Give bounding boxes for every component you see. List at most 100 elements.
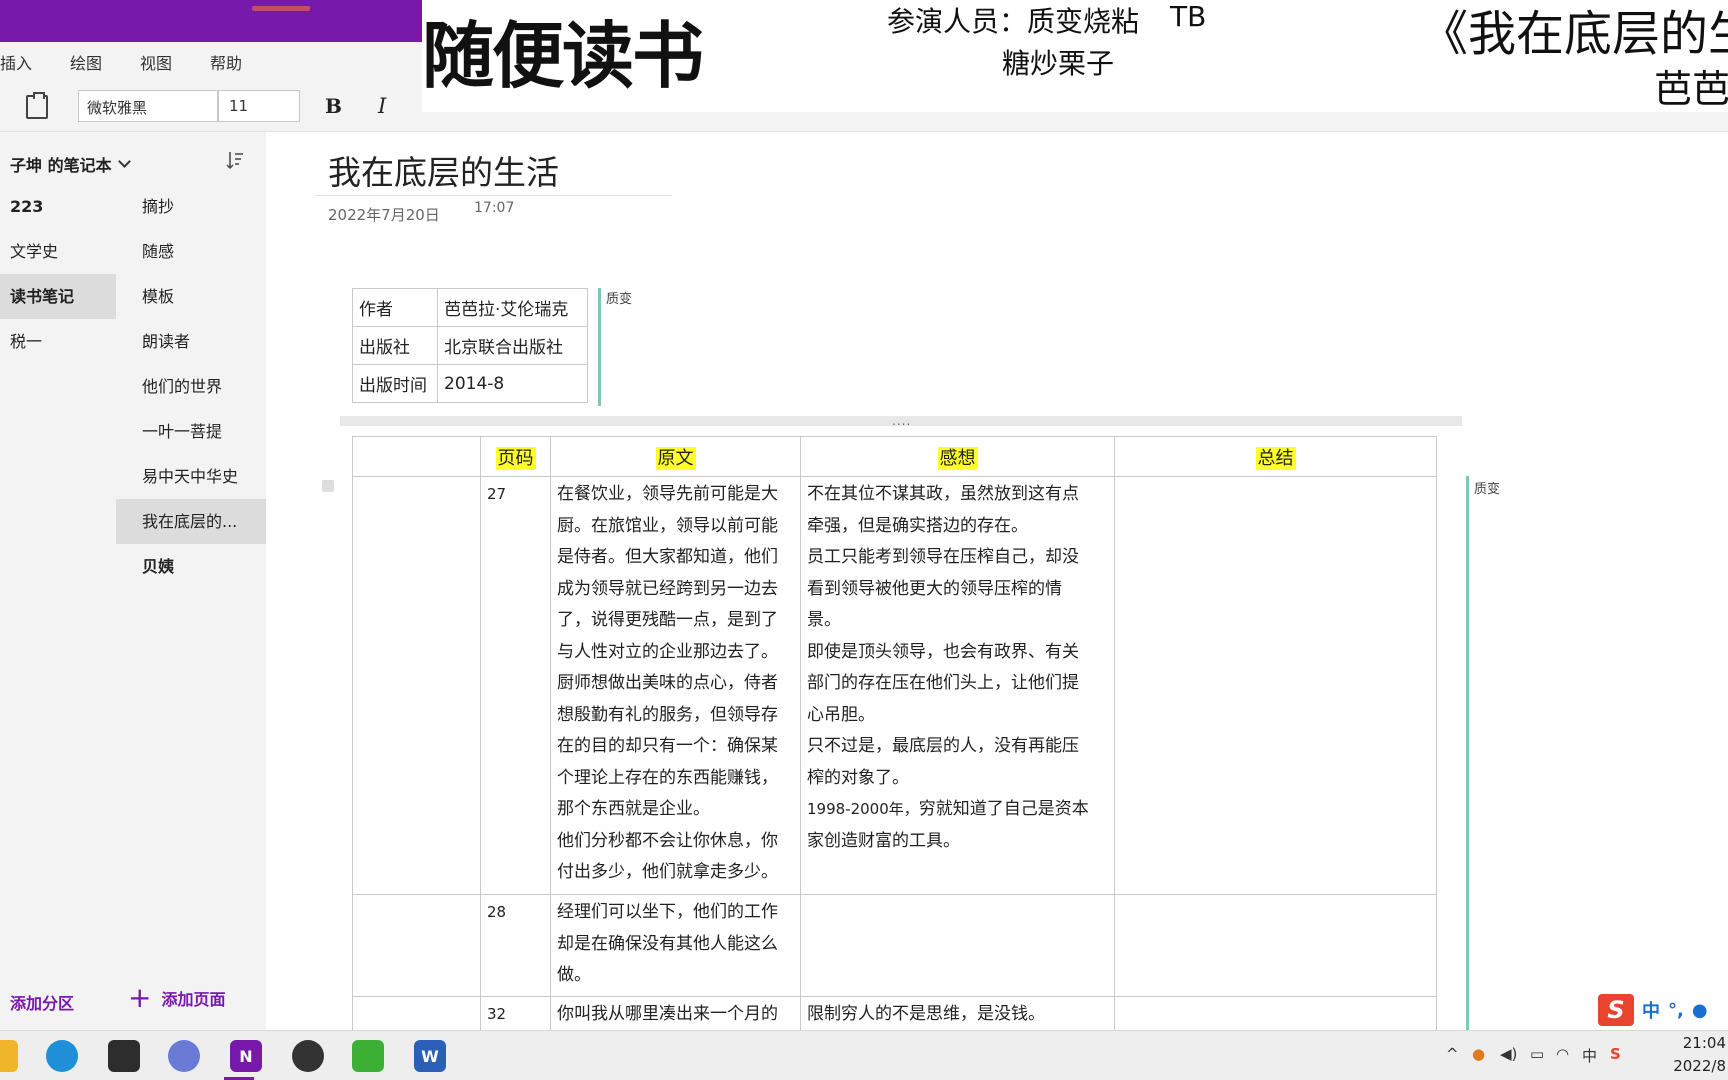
original-text-cell[interactable]: 在餐饮业，领导先前可能是大 厨。在旅馆业，领导以前可能 是侍者。但大家都知道，他… [550,476,801,895]
ime-punctuation-icon[interactable]: °, [1668,1000,1684,1021]
bold-button[interactable]: B [325,94,342,118]
window-titlebar [0,0,422,42]
overlay-book-title: 《我在底层的生活 [1420,6,1728,62]
info-value[interactable]: 2014-8 [437,364,588,403]
ribbon-tabs: 插入 绘图 视图 帮助 [0,42,422,82]
edge-browser-icon[interactable] [46,1040,78,1072]
tab-draw[interactable]: 绘图 [70,50,102,74]
ime-language-toggle[interactable]: 中 [1642,997,1660,1023]
notebook-selector[interactable]: 子坤 的笔记本 [10,152,131,176]
battery-icon[interactable]: ▭ [1530,1045,1544,1063]
page-number-cell[interactable]: 27 [480,476,551,895]
page-title[interactable]: 我在底层的生活 [328,146,559,194]
microphone-icon[interactable]: ● [1692,1000,1708,1021]
overlay-cast-tb: TB [1170,0,1207,33]
taskbar: N W ^ ● ◀) ▭ ◠ 中 S 21:04 2022/8 [0,1030,1728,1080]
store-icon[interactable] [108,1040,140,1072]
clock-date[interactable]: 2022/8 [1673,1057,1726,1075]
notebook-name: 子坤 的笔记本 [10,156,112,175]
wechat-icon[interactable] [352,1040,384,1072]
chat-app-icon[interactable] [168,1040,200,1072]
chevron-up-icon[interactable]: ^ [1446,1045,1459,1063]
original-text-cell[interactable]: 经理们可以坐下，他们的工作 却是在确保没有其他人能这么 做。 [550,894,801,997]
section-list: 223 文学史 读书笔记 税一 [0,184,116,364]
column-header-original[interactable]: 原文 [550,436,801,477]
page-item[interactable]: 随感 [116,229,266,274]
page-time: 17:07 [474,200,515,216]
table-row: 出版社 北京联合出版社 [352,326,588,365]
qq-icon[interactable]: ● [1472,1045,1485,1063]
row-handle[interactable] [322,480,334,492]
section-item-literature-history[interactable]: 文学史 [0,229,116,274]
author-tag: 质变 [606,292,633,307]
table-header-row: 页码 原文 感想 总结 [352,436,1437,477]
tab-insert[interactable]: 插入 [0,50,32,74]
plus-icon: + [128,981,152,1014]
font-size-select[interactable]: 11 [218,90,300,122]
page-item[interactable]: 贝姨 [116,544,266,589]
table-cell[interactable] [352,894,481,997]
page-list: 摘抄 随感 模板 朗读者 他们的世界 一叶一菩提 易中天中华史 我在底层的...… [116,184,266,589]
video-overlay-banner: 随便读书 参演人员：质变烧粘 TB 糖炒栗子 《我在底层的生活 芭芭拉 [422,0,1728,112]
clock-time[interactable]: 21:04 [1683,1034,1726,1052]
page-date: 2022年7月20日 [328,206,440,224]
file-explorer-icon[interactable] [0,1040,18,1072]
sogou-tray-icon[interactable]: S [1610,1045,1621,1063]
info-key[interactable]: 出版社 [352,326,438,365]
column-header-blank[interactable] [352,436,481,477]
section-item-223[interactable]: 223 [0,184,116,229]
system-tray: ^ ● ◀) ▭ ◠ 中 S 21:04 2022/8 [1428,1031,1728,1080]
table-row: 出版时间 2014-8 [352,364,588,403]
titlebar-indicator [252,6,310,11]
table-row: 28 经理们可以坐下，他们的工作 却是在确保没有其他人能这么 做。 [352,894,1437,997]
wifi-icon[interactable]: ◠ [1556,1045,1569,1063]
font-name-select[interactable]: 微软雅黑 [78,90,218,122]
info-value[interactable]: 北京联合出版社 [437,326,588,365]
onenote-icon[interactable]: N [230,1040,262,1072]
sort-icon[interactable] [226,150,244,170]
add-page-button[interactable]: + 添加页面 [128,981,226,1014]
sogou-logo-icon: S [1598,994,1634,1026]
table-cell[interactable] [352,476,481,895]
author-change-bar [598,288,601,406]
add-section-button[interactable]: 添加分区 [10,990,74,1014]
page-item[interactable]: 他们的世界 [116,364,266,409]
word-icon[interactable]: W [414,1040,446,1072]
recorder-icon[interactable] [292,1040,324,1072]
table-row: 作者 芭芭拉·艾伦瑞克 [352,288,588,327]
clipboard-icon[interactable] [26,92,48,119]
navigation-sidebar: 子坤 的笔记本 223 文学史 读书笔记 税一 摘抄 随感 模板 朗读者 他们的… [0,132,266,1030]
thought-cell[interactable]: 不在其位不谋其政，虽然放到这有点 牵强，但是确实搭边的存在。 员工只能考到领导在… [800,476,1115,895]
table-row: 27 在餐饮业，领导先前可能是大 厨。在旅馆业，领导以前可能 是侍者。但大家都知… [352,476,1437,895]
handle-dots-icon: .... [892,414,912,428]
page-number-cell[interactable]: 28 [480,894,551,997]
summary-cell[interactable] [1114,476,1437,895]
italic-button[interactable]: I [378,94,386,118]
page-item[interactable]: 易中天中华史 [116,454,266,499]
thought-cell[interactable] [800,894,1115,997]
column-header-page[interactable]: 页码 [480,436,551,477]
ime-toolbar[interactable]: S 中 °, ● [1598,994,1708,1026]
page-item[interactable]: 模板 [116,274,266,319]
page-item[interactable]: 一叶一菩提 [116,409,266,454]
volume-icon[interactable]: ◀) [1500,1045,1517,1063]
info-key[interactable]: 作者 [352,288,438,327]
page-item[interactable]: 朗读者 [116,319,266,364]
tab-help[interactable]: 帮助 [210,50,242,74]
info-key[interactable]: 出版时间 [352,364,438,403]
title-divider [316,195,672,196]
overlay-cast: 参演人员：质变烧粘 [887,5,1140,38]
overlay-author: 芭芭拉 [1654,67,1728,111]
column-header-thought[interactable]: 感想 [800,436,1115,477]
section-item-reading-notes[interactable]: 读书笔记 [0,274,116,319]
info-value[interactable]: 芭芭拉·艾伦瑞克 [437,288,588,327]
summary-cell[interactable] [1114,894,1437,997]
section-item-tax[interactable]: 税一 [0,319,116,364]
column-header-summary[interactable]: 总结 [1114,436,1437,477]
add-page-label: 添加页面 [161,990,226,1009]
overlay-title: 随便读书 [422,14,704,98]
page-item[interactable]: 摘抄 [116,184,266,229]
ime-tray-icon[interactable]: 中 [1582,1045,1597,1066]
page-item-current[interactable]: 我在底层的... [116,499,266,544]
tab-view[interactable]: 视图 [140,50,172,74]
